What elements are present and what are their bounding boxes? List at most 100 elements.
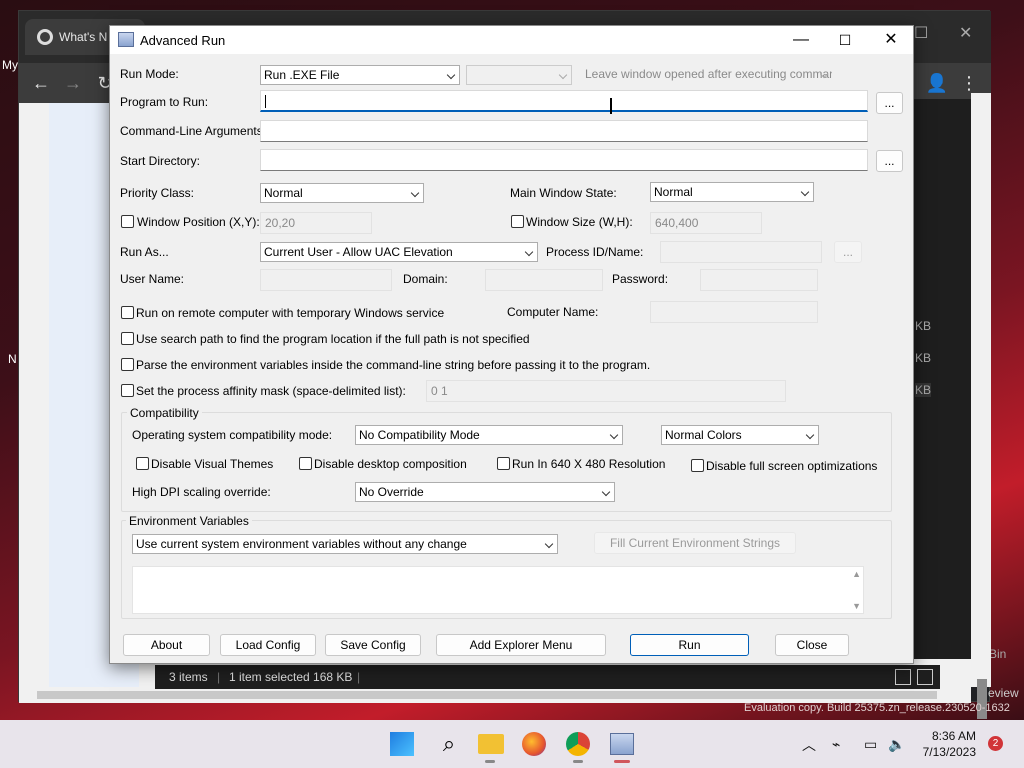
search-icon[interactable]: ⌕: [435, 730, 463, 758]
env-select[interactable]: Use current system environment variables…: [132, 534, 558, 554]
fullscreen-checkbox[interactable]: [691, 459, 704, 472]
domain-input[interactable]: [485, 269, 603, 291]
desktop-comp-label: Disable desktop composition: [314, 457, 467, 471]
winpos-checkbox[interactable]: [121, 215, 134, 228]
firefox-icon[interactable]: [522, 732, 546, 756]
mainwin-select[interactable]: Normal: [650, 182, 814, 202]
close-button[interactable]: Close: [775, 634, 849, 656]
runas-value: Current User - Allow UAC Elevation: [264, 245, 453, 259]
clock-time[interactable]: 8:36 AM: [930, 729, 976, 743]
minimize-icon[interactable]: —: [786, 30, 816, 50]
clock-date[interactable]: 7/13/2023: [918, 745, 976, 759]
browser-side-label: My: [2, 58, 18, 72]
close-icon[interactable]: ✕: [876, 30, 906, 50]
scroll-down-icon[interactable]: ▼: [852, 601, 861, 611]
browser-vertical-scrollbar[interactable]: [971, 93, 991, 719]
start-icon[interactable]: [390, 732, 414, 756]
password-input[interactable]: [700, 269, 818, 291]
browser-maximize-icon[interactable]: ☐: [914, 23, 928, 43]
profile-icon[interactable]: 👤: [923, 69, 951, 97]
oscompat-select[interactable]: No Compatibility Mode: [355, 425, 623, 445]
remote-checkbox[interactable]: [121, 306, 134, 319]
load-config-button[interactable]: Load Config: [220, 634, 316, 656]
file-explorer-icon[interactable]: [478, 734, 504, 754]
network-off-icon[interactable]: ⌁: [832, 736, 840, 753]
about-button[interactable]: About: [123, 634, 210, 656]
desktop-fragment: N: [8, 352, 17, 366]
pid-input[interactable]: [660, 241, 822, 263]
domain-label: Domain:: [403, 272, 448, 286]
volume-icon[interactable]: 🔈: [888, 736, 905, 753]
details-view-icon[interactable]: [895, 669, 911, 685]
cmdline-label: Command-Line Arguments:: [120, 124, 267, 138]
advanced-run-icon[interactable]: [610, 733, 634, 755]
bin-label: Bin: [989, 647, 1007, 661]
chevron-down-icon: [800, 187, 810, 197]
startdir-input[interactable]: [260, 149, 868, 171]
run-button[interactable]: Run: [630, 634, 749, 656]
notification-badge[interactable]: 2: [988, 736, 1003, 751]
searchpath-label: Use search path to find the program loca…: [136, 332, 530, 346]
chevron-up-icon[interactable]: ︿: [802, 735, 816, 755]
affinity-input[interactable]: 0 1: [426, 380, 786, 402]
computer-input[interactable]: [650, 301, 818, 323]
pid-label: Process ID/Name:: [546, 245, 644, 259]
secondary-select[interactable]: [466, 65, 572, 85]
parseenv-label: Parse the environment variables inside t…: [136, 358, 651, 372]
chrome-icon: [37, 29, 53, 45]
startdir-browse-button[interactable]: ...: [876, 150, 903, 172]
file-size: KB: [915, 319, 932, 333]
file-size: KB: [915, 351, 932, 365]
program-browse-button[interactable]: ...: [876, 92, 903, 114]
priority-value: Normal: [264, 186, 303, 200]
parseenv-checkbox[interactable]: [121, 358, 134, 371]
scroll-up-icon[interactable]: ▲: [852, 569, 861, 579]
dpi-select[interactable]: No Override: [355, 482, 615, 502]
searchpath-checkbox[interactable]: [121, 332, 134, 345]
run-mode-select[interactable]: Run .EXE File: [260, 65, 460, 85]
save-config-button[interactable]: Save Config: [325, 634, 421, 656]
winsize-label: Window Size (W,H):: [526, 215, 633, 229]
evaluation-watermark: Evaluation copy. Build 25375.zn_release.…: [744, 702, 1010, 714]
cmdline-input[interactable]: [260, 120, 868, 142]
run-mode-label: Run Mode:: [120, 67, 179, 81]
forward-icon[interactable]: →: [59, 69, 87, 97]
explorer-statusbar: 3 items | 1 item selected 168 KB |: [155, 665, 940, 689]
program-input[interactable]: [260, 90, 868, 112]
priority-select[interactable]: Normal: [260, 183, 424, 203]
running-indicator: [485, 760, 495, 763]
ibeam-cursor: [610, 98, 612, 114]
fullscreen-label: Disable full screen optimizations: [706, 459, 878, 473]
res640-checkbox[interactable]: [497, 457, 510, 470]
visual-themes-checkbox[interactable]: [136, 457, 149, 470]
add-explorer-menu-button[interactable]: Add Explorer Menu: [436, 634, 606, 656]
username-input[interactable]: [260, 269, 392, 291]
back-icon[interactable]: ←: [27, 69, 55, 97]
item-count: 3 items: [169, 670, 208, 684]
scrollbar-thumb[interactable]: [37, 691, 937, 699]
leave-window-select[interactable]: Leave window opened after executing comm…: [582, 65, 832, 85]
affinity-checkbox[interactable]: [121, 384, 134, 397]
winsize-value: 640,400: [655, 216, 699, 230]
mainwin-label: Main Window State:: [510, 186, 617, 200]
colors-select[interactable]: Normal Colors: [661, 425, 819, 445]
fill-env-button[interactable]: Fill Current Environment Strings: [594, 532, 796, 554]
winsize-input[interactable]: 640,400: [650, 212, 762, 234]
dpi-label: High DPI scaling override:: [132, 485, 271, 499]
pid-browse-button[interactable]: ...: [834, 241, 862, 263]
text-caret: [265, 95, 266, 109]
browser-horizontal-scrollbar[interactable]: [19, 687, 971, 703]
dpi-value: No Override: [359, 485, 424, 499]
runas-select[interactable]: Current User - Allow UAC Elevation: [260, 242, 538, 262]
chrome-icon[interactable]: [566, 732, 590, 756]
winpos-input[interactable]: 20,20: [260, 212, 372, 234]
browser-close-icon[interactable]: ✕: [959, 23, 972, 43]
dialog-title: Advanced Run: [140, 33, 226, 48]
display-icon[interactable]: ▭: [864, 736, 877, 753]
maximize-icon[interactable]: ☐: [830, 30, 860, 50]
winsize-checkbox[interactable]: [511, 215, 524, 228]
env-textarea[interactable]: ▲ ▼: [132, 566, 864, 614]
desktop-comp-checkbox[interactable]: [299, 457, 312, 470]
chevron-down-icon: [609, 430, 619, 440]
tiles-view-icon[interactable]: [917, 669, 933, 685]
